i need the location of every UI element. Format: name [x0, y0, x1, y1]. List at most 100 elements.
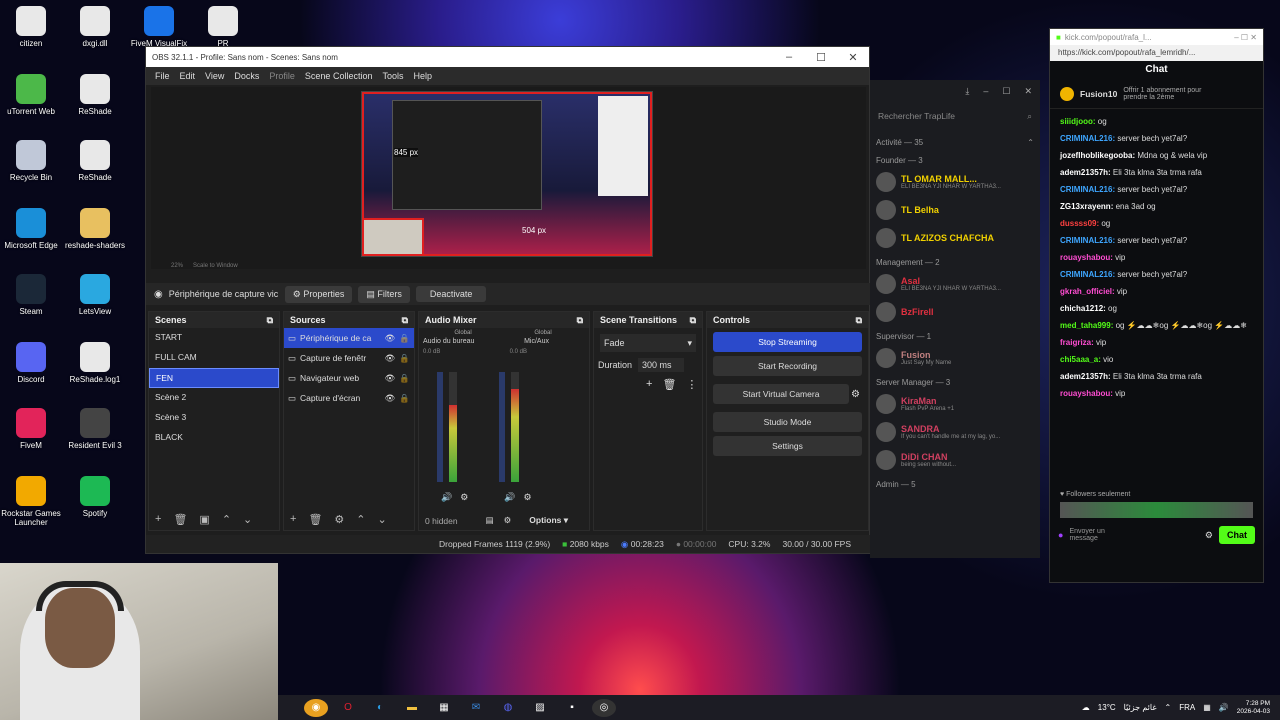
network-icon[interactable]: ▦	[1203, 703, 1211, 712]
stop-streaming-button[interactable]: Stop Streaming	[713, 332, 862, 352]
desktop-icon[interactable]: reshade-shaders	[64, 208, 126, 250]
lock-icon[interactable]: 🔒	[399, 393, 410, 404]
scene-item[interactable]: FULL CAM	[149, 348, 279, 368]
desktop-icon[interactable]: Steam	[0, 274, 62, 316]
weather-temp[interactable]: 13°C	[1098, 703, 1116, 712]
dock-float-icon[interactable]: ⧉	[267, 315, 273, 325]
chat-username[interactable]: chicha1212:	[1060, 304, 1108, 313]
dock-float-icon[interactable]: ⧉	[577, 315, 583, 325]
source-item[interactable]: ▭ Périphérique de ca 👁 🔒	[284, 328, 414, 348]
chat-message[interactable]: rouayshabou: vip	[1050, 385, 1263, 402]
emote-bar[interactable]	[1060, 502, 1253, 518]
scale-to-window[interactable]: Scale to Window	[193, 263, 238, 269]
add-icon[interactable]: +	[155, 513, 161, 526]
zoom-level[interactable]: 22%	[171, 263, 183, 269]
chat-username[interactable]: CRIMINAL216:	[1060, 185, 1117, 194]
scene-item[interactable]: BLACK	[149, 428, 279, 448]
desktop-volume-slider[interactable]	[437, 372, 443, 482]
discord-search[interactable]: Rechercher TrapLife ⌕	[874, 106, 1036, 126]
member-row[interactable]: BzFirell	[870, 298, 1040, 326]
chat-username[interactable]: jozeflhoblikegooba:	[1060, 151, 1137, 160]
desktop-icon[interactable]: Rockstar Games Launcher	[0, 476, 62, 527]
layout-icon[interactable]: ▤	[486, 515, 494, 526]
eye-icon[interactable]: 👁	[385, 353, 396, 364]
lock-icon[interactable]: 🔒	[399, 373, 410, 384]
chat-message[interactable]: ZG13xrayenn: ena 3ad og	[1050, 198, 1263, 215]
source-item[interactable]: ▭ Capture de fenêtr 👁 🔒	[284, 348, 414, 368]
transition-select[interactable]: Fade ▾	[600, 334, 696, 352]
lock-icon[interactable]: 🔒	[399, 353, 410, 364]
chat-message[interactable]: CRIMINAL216: server bech yet7al?	[1050, 130, 1263, 147]
options-button[interactable]: Options ▾	[529, 515, 568, 526]
properties-button[interactable]: ⚙ Properties	[284, 285, 353, 303]
chat-message[interactable]: rouayshabou: vip	[1050, 249, 1263, 266]
chat-username[interactable]: dussss09:	[1060, 219, 1101, 228]
desktop-icon[interactable]: Discord	[0, 342, 62, 384]
desktop-icon[interactable]: Resident Evil 3	[64, 408, 126, 450]
chat-username[interactable]: chi5aaa_a:	[1060, 355, 1103, 364]
member-row[interactable]: KiraMan Flash PvP Arena +1	[870, 390, 1040, 418]
desktop-icon[interactable]: Microsoft Edge	[0, 208, 62, 250]
outlook-icon[interactable]: ✉	[464, 699, 488, 717]
tray-chevron-icon[interactable]: ⌃	[1165, 703, 1172, 712]
desktop-icon[interactable]: FiveM VisualFix	[128, 6, 190, 48]
obs-taskbar-icon[interactable]: ◎	[592, 698, 616, 717]
menu-help[interactable]: Help	[413, 71, 432, 81]
speaker-icon[interactable]: 🔊	[504, 492, 515, 503]
desktop-icon[interactable]: LetsView	[64, 274, 126, 316]
chat-message[interactable]: gkrah_officiel: vip	[1050, 283, 1263, 300]
dock-float-icon[interactable]: ⧉	[690, 315, 696, 325]
chat-message[interactable]: CRIMINAL216: server bech yet7al?	[1050, 181, 1263, 198]
gear-icon[interactable]: ⚙	[334, 513, 344, 526]
start-virtual-camera-button[interactable]: Start Virtual Camera	[713, 384, 850, 404]
source-item[interactable]: ▭ Capture d'écran 👁 🔒	[284, 388, 414, 408]
desktop-icon[interactable]: ReShade	[64, 140, 126, 182]
arrow-up-icon[interactable]: ⌃	[222, 513, 231, 526]
weather-text[interactable]: غائم جزئيًا	[1124, 703, 1157, 712]
dock-float-icon[interactable]: ⧉	[856, 315, 862, 325]
chat-username[interactable]: ZG13xrayenn:	[1060, 202, 1116, 211]
menu-scene-collection[interactable]: Scene Collection	[305, 71, 373, 81]
gear-icon[interactable]: ⚙	[851, 389, 860, 400]
chat-input[interactable]: Envoyer un message	[1069, 528, 1129, 542]
deactivate-button[interactable]: Deactivate	[415, 286, 487, 302]
maximize-icon[interactable]: ☐	[805, 51, 837, 64]
menu-file[interactable]: File	[155, 71, 170, 81]
chat-message[interactable]: CRIMINAL216: server bech yet7al?	[1050, 266, 1263, 283]
hidden-count[interactable]: 0 hidden	[425, 516, 458, 526]
emoji-icon[interactable]: ●	[1058, 530, 1063, 540]
desktop-icon[interactable]: FiveM	[0, 408, 62, 450]
settings-icon[interactable]: ⚙	[1205, 530, 1213, 541]
chat-message[interactable]: chicha1212: og	[1050, 300, 1263, 317]
minimize-icon[interactable]: –	[983, 86, 988, 96]
volume-icon[interactable]: 🔊	[1219, 703, 1229, 712]
member-row[interactable]: TL OMAR MALL... ELI BE3NA YJI NHAR W YART…	[870, 168, 1040, 196]
menu-docks[interactable]: Docks	[234, 71, 259, 81]
app-icon[interactable]: ▨	[528, 699, 552, 717]
desktop-icon[interactable]: Recycle Bin	[0, 140, 62, 182]
more-icon[interactable]: ⋮	[686, 378, 697, 391]
chat-username[interactable]: CRIMINAL216:	[1060, 270, 1117, 279]
menu-profile[interactable]: Profile	[269, 71, 295, 81]
filter-icon[interactable]: ▣	[199, 513, 209, 526]
chat-username[interactable]: adem21357h:	[1060, 372, 1113, 381]
pinned-gift[interactable]: Fusion10 Offrir 1 abonnement pour prendr…	[1050, 79, 1263, 109]
activity-header[interactable]: Activité — 35 ⌃	[870, 132, 1040, 150]
chat-username[interactable]: CRIMINAL216:	[1060, 134, 1117, 143]
chat-message[interactable]: adem21357h: Eli 3ta klma 3ta trma rafa	[1050, 368, 1263, 385]
add-icon[interactable]: +	[290, 513, 296, 526]
arrow-up-icon[interactable]: ⌃	[356, 513, 365, 526]
address-bar[interactable]: https://kick.com/popout/rafa_lemridh/...	[1050, 45, 1263, 61]
duration-input[interactable]: 300 ms	[638, 358, 685, 372]
chat-message[interactable]: CRIMINAL216: server bech yet7al?	[1050, 232, 1263, 249]
language-indicator[interactable]: FRA	[1179, 703, 1195, 712]
scene-item[interactable]: Scène 2	[149, 388, 279, 408]
clock[interactable]: 7:28 PM 2026-04-03	[1237, 700, 1270, 716]
app-icon[interactable]: ▦	[432, 699, 456, 717]
source-item[interactable]: ▭ Navigateur web 👁 🔒	[284, 368, 414, 388]
mic-volume-slider[interactable]	[499, 372, 505, 482]
speaker-icon[interactable]: 🔊	[441, 492, 452, 503]
settings-button[interactable]: Settings	[713, 436, 862, 456]
download-icon[interactable]: ⤓	[965, 86, 969, 97]
trash-icon[interactable]: 🗑	[662, 378, 676, 391]
